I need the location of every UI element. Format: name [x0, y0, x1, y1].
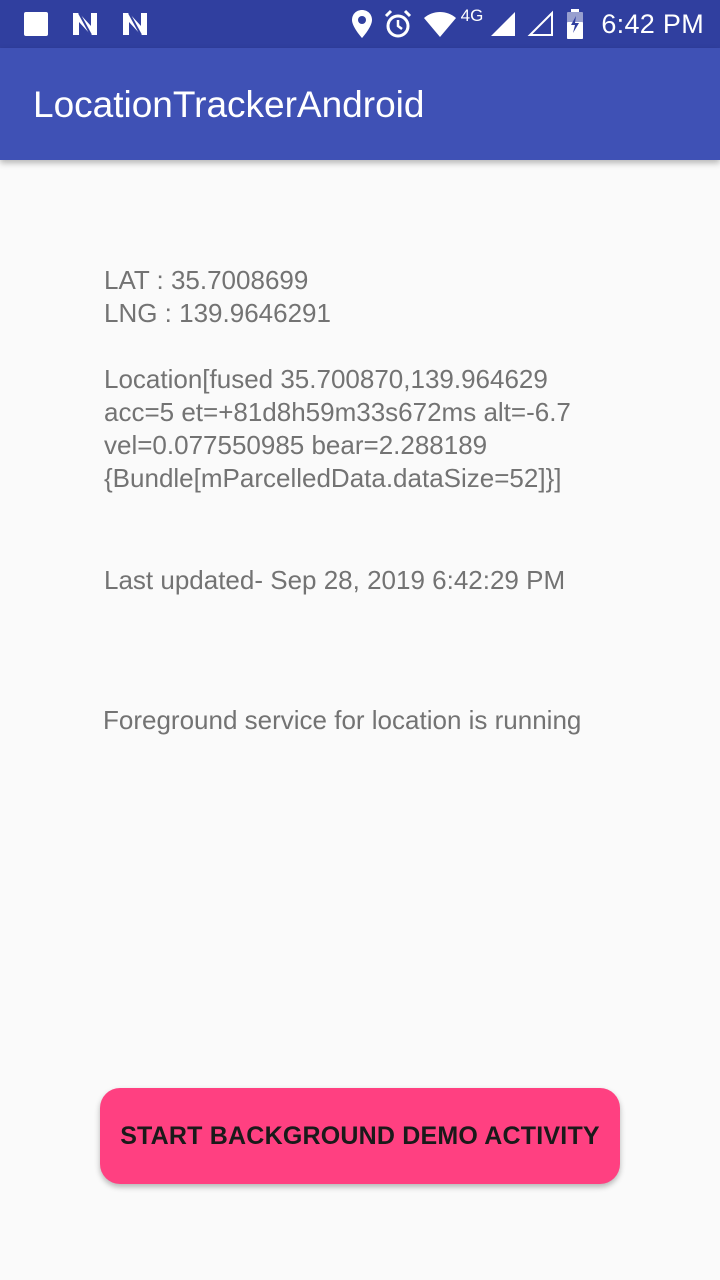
- status-time: 6:42 PM: [601, 8, 704, 39]
- location-detail-line: {Bundle[mParcelledData.dataSize=52]}]: [104, 463, 562, 493]
- notification-icons: [22, 10, 150, 38]
- service-status-text: Foreground service for location is runni…: [103, 705, 582, 735]
- alarm-icon: [383, 9, 413, 39]
- location-detail-line: acc=5 et=+81d8h59m33s672ms alt=-6.7: [104, 397, 571, 427]
- n-notification-icon: [120, 10, 150, 38]
- app-title: LocationTrackerAndroid: [33, 84, 425, 125]
- longitude-text: LNG : 139.9646291: [104, 298, 331, 328]
- location-info: LAT : 35.7008699 LNG : 139.9646291 Locat…: [104, 264, 664, 495]
- battery-icon: [565, 8, 585, 40]
- network-type-label: 4G: [460, 6, 484, 25]
- location-pin-icon: [351, 9, 373, 39]
- location-detail-line: vel=0.077550985 bear=2.288189: [104, 430, 488, 460]
- signal-empty-icon: [527, 10, 555, 38]
- location-detail-line: Location[fused 35.700870,139.964629: [104, 364, 548, 394]
- last-updated-text: Last updated- Sep 28, 2019 6:42:29 PM: [104, 565, 566, 595]
- signal-icon: [489, 10, 517, 38]
- n-notification-icon: [70, 10, 100, 38]
- app-bar: LocationTrackerAndroid: [0, 48, 720, 160]
- square-notification-icon: [22, 10, 50, 38]
- system-icons: 4G 6:42 PM: [351, 6, 704, 40]
- start-background-demo-button[interactable]: START BACKGROUND DEMO ACTIVITY: [100, 1088, 620, 1184]
- latitude-text: LAT : 35.7008699: [104, 265, 309, 295]
- wifi-icon: [423, 10, 457, 38]
- status-bar: 4G 6:42 PM: [0, 0, 720, 48]
